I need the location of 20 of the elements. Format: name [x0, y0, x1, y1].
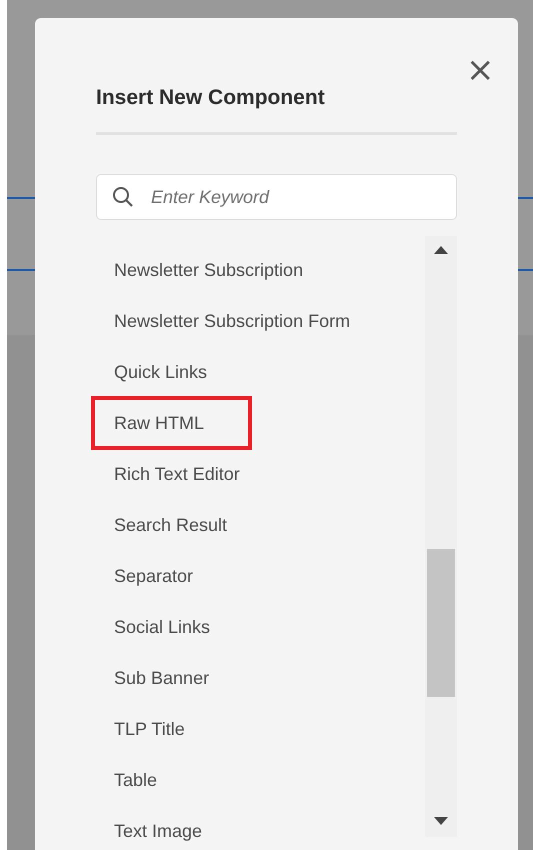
component-item[interactable]: Text Image — [91, 804, 250, 850]
component-item[interactable]: Social Links — [91, 600, 258, 654]
component-item[interactable]: Table — [91, 753, 206, 807]
search-icon — [112, 186, 134, 208]
scroll-down-icon[interactable] — [434, 817, 448, 825]
component-item[interactable]: TLP Title — [91, 702, 233, 756]
component-item[interactable]: Sub Banner — [91, 651, 258, 705]
component-item[interactable]: Rich Text Editor — [91, 447, 288, 501]
component-item[interactable]: Separator — [91, 549, 242, 603]
component-item[interactable]: Newsletter Subscription — [91, 243, 352, 297]
scrollbar-thumb[interactable] — [427, 549, 455, 697]
scroll-up-icon[interactable] — [434, 246, 448, 254]
close-button[interactable]: × — [466, 56, 494, 84]
component-item[interactable]: Search Result — [91, 498, 276, 552]
dialog-title: Insert New Component — [96, 85, 326, 111]
scrollbar[interactable] — [425, 236, 457, 837]
component-item[interactable]: Quick Links — [91, 345, 256, 399]
component-item[interactable]: Newsletter Subscription Form — [91, 294, 398, 348]
component-item[interactable]: Raw HTML — [91, 396, 252, 450]
search-field[interactable]: Enter Keyword — [96, 174, 457, 220]
